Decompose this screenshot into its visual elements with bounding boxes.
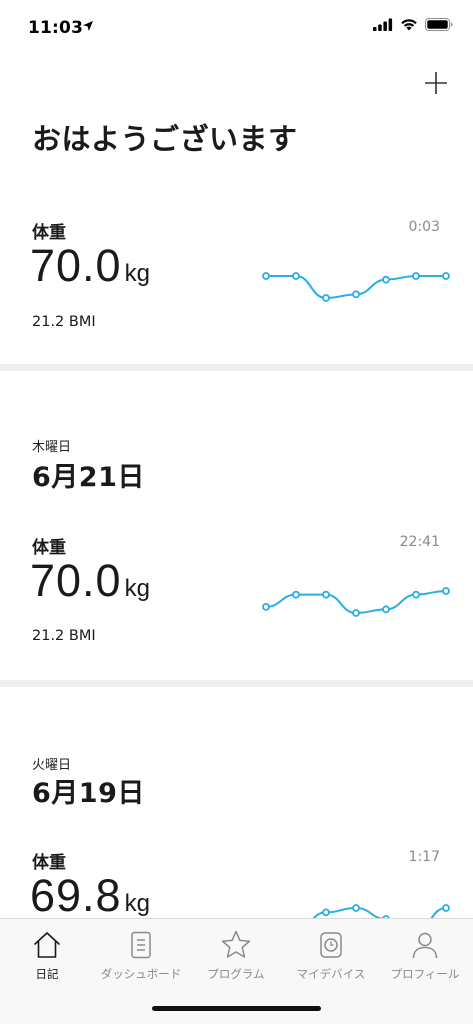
day-weekday: 木曜日	[32, 440, 72, 455]
sparkline-point	[412, 272, 420, 280]
greeting-title: おはようございます	[32, 122, 298, 156]
weight-trend-sparkline	[262, 587, 450, 617]
tab-profile[interactable]: プロフィール	[378, 919, 472, 989]
person-icon	[412, 932, 438, 959]
battery-icon	[425, 18, 453, 31]
sparkline-point	[442, 587, 450, 595]
status-time: 11:03	[28, 18, 84, 38]
weight-unit: kg	[124, 575, 150, 602]
tab-my-devices[interactable]: マイデバイス	[284, 919, 378, 989]
weight-number: 70.0	[30, 240, 122, 291]
sparkline-point	[262, 602, 270, 611]
signal-icon	[373, 18, 393, 31]
bmi-value: 21.2 BMI	[32, 628, 96, 644]
measurement-time: 0:03	[408, 219, 440, 235]
star-icon	[221, 930, 251, 958]
wifi-icon	[401, 19, 417, 31]
sparkline-point	[322, 590, 330, 599]
day-date: 6月21日	[32, 462, 145, 493]
sparkline-point	[382, 605, 390, 614]
tab-label: プログラム	[207, 967, 265, 981]
day-date: 6月19日	[32, 778, 145, 809]
sparkline-point	[412, 590, 420, 599]
weight-unit: kg	[124, 260, 150, 287]
sparkline-point	[322, 908, 330, 917]
weight-number: 69.8	[30, 870, 122, 921]
sparkline-point	[442, 904, 450, 912]
weight-value: 69.8 kg	[30, 870, 150, 922]
status-indicators	[373, 18, 453, 31]
section-divider	[0, 680, 473, 687]
tab-label: ダッシュボード	[100, 967, 182, 981]
tab-dashboard[interactable]: ダッシュボード	[94, 919, 188, 989]
tab-programs[interactable]: プログラム	[189, 919, 283, 989]
plus-icon	[425, 72, 447, 94]
sparkline-point	[262, 272, 270, 280]
tab-label: 日記	[35, 967, 59, 981]
weight-trend-sparkline	[262, 272, 450, 302]
watch-icon	[320, 932, 342, 958]
location-arrow-icon	[83, 21, 93, 31]
status-bar: 11:03	[0, 0, 473, 56]
sparkline-point	[352, 904, 360, 912]
measurement-time: 1:17	[408, 849, 440, 865]
add-button[interactable]	[421, 68, 451, 98]
home-indicator	[152, 1006, 321, 1011]
weight-value: 70.0 kg	[30, 555, 150, 607]
weight-unit: kg	[124, 890, 150, 917]
weight-number: 70.0	[30, 555, 122, 606]
weight-value: 70.0 kg	[30, 240, 150, 292]
sparkline-point	[352, 609, 360, 617]
bmi-value: 21.2 BMI	[32, 314, 96, 330]
dashboard-icon	[131, 931, 151, 959]
tab-label: プロフィール	[390, 967, 460, 981]
tab-label: マイデバイス	[296, 967, 366, 981]
sparkline-point	[352, 290, 360, 299]
sparkline-point	[442, 272, 450, 280]
sparkline-point	[292, 272, 300, 280]
sparkline-point	[292, 590, 300, 599]
sparkline-point	[322, 294, 330, 302]
home-icon	[34, 932, 60, 958]
sparkline-point	[382, 275, 390, 284]
measurement-time: 22:41	[399, 534, 440, 550]
tab-diary[interactable]: 日記	[0, 919, 94, 989]
section-divider	[0, 364, 473, 371]
